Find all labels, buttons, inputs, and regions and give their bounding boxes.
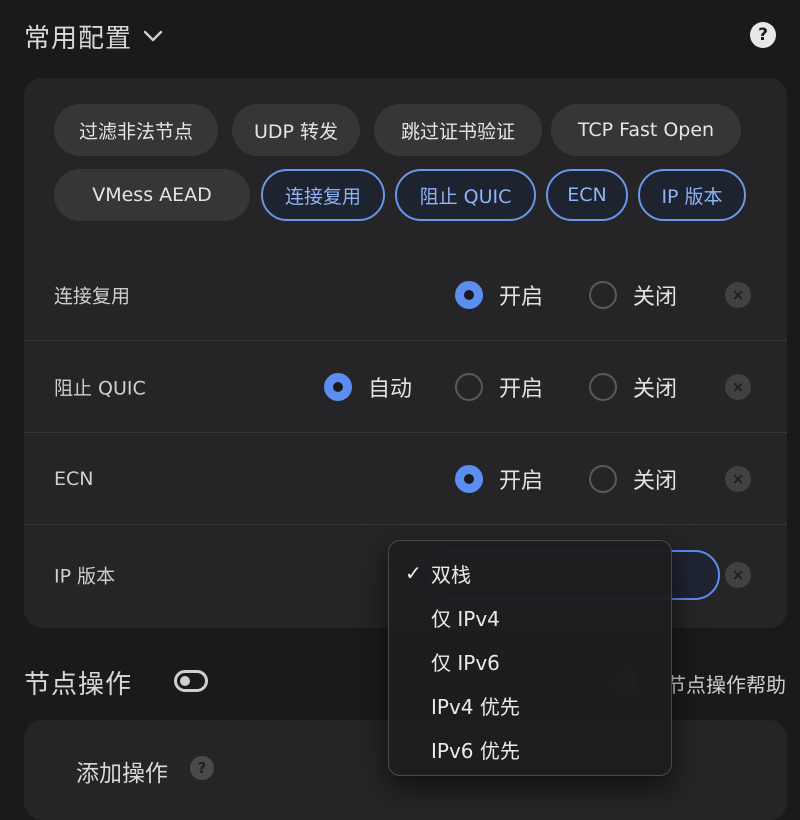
radio-on[interactable]: 开启 <box>455 371 543 403</box>
chip-ecn[interactable]: ECN <box>546 169 628 221</box>
setting-row-ecn: ECN 开启 关闭 × <box>24 433 787 525</box>
checkmark-icon: ✓ <box>405 561 422 585</box>
row-label: ECN <box>54 467 94 490</box>
remove-icon[interactable]: × <box>725 562 751 588</box>
remove-icon[interactable]: × <box>725 281 751 308</box>
section-header-common: 常用配置 ? <box>24 14 776 58</box>
radio-label: 关闭 <box>633 284 678 310</box>
menu-item-ipv6-only[interactable]: 仅 IPv6 <box>389 639 673 683</box>
chip-skip-cert-verify[interactable]: 跳过证书验证 <box>374 104 542 156</box>
chip-block-quic[interactable]: 阻止 QUIC <box>395 169 536 221</box>
radio-unselected-icon <box>589 464 617 493</box>
radio-label: 开启 <box>499 468 544 494</box>
radio-label: 开启 <box>499 376 544 402</box>
chip-filter-invalid-nodes[interactable]: 过滤非法节点 <box>54 104 218 156</box>
radio-label: 开启 <box>499 284 544 310</box>
help-icon[interactable]: ? <box>750 22 776 48</box>
menu-item-label: 双栈 <box>431 562 471 587</box>
chip-label: UDP 转发 <box>253 120 339 143</box>
radio-selected-icon <box>324 372 352 401</box>
remove-icon[interactable]: × <box>725 465 751 492</box>
chip-label: VMess AEAD <box>92 184 212 206</box>
radio-selected-icon <box>455 280 483 309</box>
chip-label: 过滤非法节点 <box>78 120 193 143</box>
radio-off[interactable]: 关闭 <box>589 463 677 495</box>
radio-label: 关闭 <box>633 468 678 494</box>
menu-item-label: IPv6 优先 <box>431 738 520 763</box>
chip-label: TCP Fast Open <box>577 119 715 141</box>
radio-label: 关闭 <box>633 376 678 402</box>
menu-item-ipv4-preferred[interactable]: IPv4 优先 <box>389 683 673 727</box>
radio-label: 自动 <box>368 376 413 402</box>
card-title: 添加操作 <box>76 761 168 787</box>
menu-item-ipv6-preferred[interactable]: IPv6 优先 <box>389 727 673 771</box>
chip-udp-relay[interactable]: UDP 转发 <box>232 104 360 156</box>
radio-on[interactable]: 开启 <box>455 463 543 495</box>
row-label: IP 版本 <box>54 565 116 588</box>
toggle-switch[interactable] <box>174 670 208 692</box>
radio-selected-icon <box>455 464 483 493</box>
radio-on[interactable]: 开启 <box>455 279 543 311</box>
radio-unselected-icon <box>589 372 617 401</box>
menu-item-label: IPv4 优先 <box>431 694 520 719</box>
chevron-down-icon[interactable] <box>142 25 164 47</box>
chip-ip-version[interactable]: IP 版本 <box>638 169 746 221</box>
chip-label: ECN <box>567 184 607 206</box>
menu-item-dual-stack[interactable]: ✓ 双栈 <box>389 551 673 595</box>
chip-connection-reuse[interactable]: 连接复用 <box>261 169 385 221</box>
setting-row-block-quic: 阻止 QUIC 自动 开启 关闭 × <box>24 341 787 433</box>
chip-label: IP 版本 <box>661 185 723 208</box>
row-label: 连接复用 <box>54 285 131 307</box>
chip-tcp-fast-open[interactable]: TCP Fast Open <box>551 104 741 156</box>
radio-unselected-icon <box>589 280 617 309</box>
help-icon[interactable]: ? <box>190 756 214 780</box>
row-label: 阻止 QUIC <box>54 377 146 399</box>
menu-item-ipv4-only[interactable]: 仅 IPv4 <box>389 595 673 639</box>
ip-version-dropdown-menu: ✓ 双栈 仅 IPv4 仅 IPv6 IPv4 优先 IPv6 优先 <box>388 540 672 776</box>
help-link[interactable]: 节点操作帮助 <box>666 669 786 698</box>
menu-item-label: 仅 IPv4 <box>431 606 500 631</box>
radio-off[interactable]: 关闭 <box>589 371 677 403</box>
section-title: 节点操作 <box>24 670 133 700</box>
remove-icon[interactable]: × <box>725 373 751 400</box>
chip-label: 连接复用 <box>284 185 361 208</box>
chip-vmess-aead[interactable]: VMess AEAD <box>54 169 250 221</box>
chip-label: 阻止 QUIC <box>419 185 512 208</box>
radio-auto[interactable]: 自动 <box>324 371 412 403</box>
setting-row-connection-reuse: 连接复用 开启 关闭 × <box>24 249 787 341</box>
section-title: 常用配置 <box>24 23 133 54</box>
menu-item-label: 仅 IPv6 <box>431 650 500 675</box>
radio-unselected-icon <box>455 372 483 401</box>
radio-off[interactable]: 关闭 <box>589 279 677 311</box>
chip-label: 跳过证书验证 <box>400 120 515 143</box>
